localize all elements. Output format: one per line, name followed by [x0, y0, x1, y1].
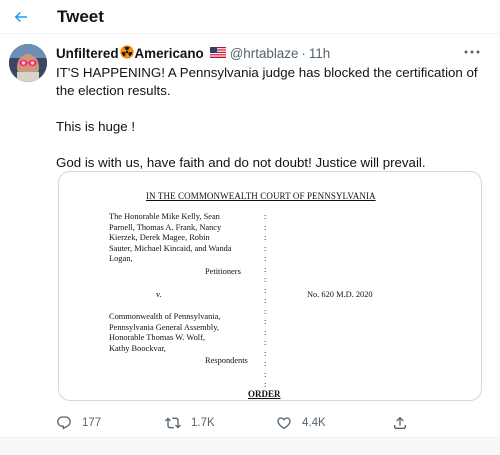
share-button[interactable] — [392, 408, 418, 438]
back-button[interactable] — [8, 4, 34, 30]
tweet-paragraph: This is huge ! — [56, 119, 136, 134]
attached-image[interactable]: IN THE COMMONWEALTH COURT OF PENNSYLVANI… — [58, 171, 482, 401]
tweet-paragraph: God is with us, have faith and do not do… — [56, 155, 426, 170]
arrow-left-icon — [14, 11, 27, 23]
versus-label: v. — [156, 290, 162, 299]
petitioners-label: Petitioners — [205, 267, 241, 276]
avatar-image — [9, 44, 47, 82]
order-heading: ORDER — [248, 389, 281, 399]
retweet-icon — [165, 417, 181, 429]
radioactive-icon — [119, 45, 134, 62]
docket-number: No. 620 M.D. 2020 — [307, 290, 373, 299]
petitioner-line: The Honorable Mike Kelly, Sean — [109, 212, 220, 221]
like-button[interactable]: 4.4K — [276, 408, 326, 438]
caption-colons: ::::::::::::::::: — [264, 212, 267, 389]
avatar[interactable] — [9, 44, 47, 82]
respondent-line: Kathy Boockvar, — [109, 343, 166, 353]
us-flag-icon — [209, 46, 226, 61]
petitioner-line: Logan, — [109, 254, 133, 263]
retweet-count: 1.7K — [191, 417, 215, 429]
display-name-suffix[interactable]: Americano — [135, 46, 204, 61]
respondent-line: Honorable Thomas W. Wolf, — [109, 333, 206, 342]
more-options-button[interactable] — [462, 45, 482, 59]
reply-button[interactable]: 177 — [56, 408, 101, 438]
petitioner-line: Kierzek, Derek Magee, Robin — [109, 233, 210, 242]
petitioner-line: Sauter, Michael Kincaid, and Wanda — [109, 243, 232, 253]
tweet-paragraph: IT'S HAPPENING! A Pennsylvania judge has… — [56, 65, 478, 98]
petitioner-line: Parnell, Thomas A. Frank, Nancy — [109, 222, 222, 232]
reply-count: 177 — [82, 417, 102, 429]
share-icon — [394, 416, 406, 429]
author-row: Unfiltered Americano @hrtablaze · 11h — [56, 45, 330, 62]
timestamp[interactable]: 11h — [309, 46, 330, 61]
heart-icon — [277, 417, 291, 430]
separator-dot: · — [301, 46, 306, 61]
respondent-names: Commonwealth of Pennsylvania, Pennsylvan… — [109, 312, 279, 354]
respondent-line: Commonwealth of Pennsylvania, — [109, 312, 221, 321]
display-name[interactable]: Unfiltered — [56, 46, 119, 61]
respondent-line: Pennsylvania General Assembly, — [109, 322, 219, 332]
divider — [0, 437, 500, 455]
tweet-actions: 177 1.7K 4.4K — [0, 408, 500, 438]
page-title: Tweet — [57, 7, 104, 26]
court-document: IN THE COMMONWEALTH COURT OF PENNSYLVANI… — [59, 172, 481, 400]
top-bar: Tweet — [0, 0, 500, 34]
respondents-label: Respondents — [205, 356, 248, 365]
like-count: 4.4K — [302, 417, 326, 429]
petitioner-names: The Honorable Mike Kelly, Sean Parnell, … — [109, 212, 279, 265]
reply-icon — [57, 416, 71, 430]
user-handle[interactable]: @hrtablaze — [230, 46, 299, 61]
more-icon — [464, 50, 480, 54]
retweet-button[interactable]: 1.7K — [165, 408, 215, 438]
document-heading: IN THE COMMONWEALTH COURT OF PENNSYLVANI… — [146, 191, 376, 201]
